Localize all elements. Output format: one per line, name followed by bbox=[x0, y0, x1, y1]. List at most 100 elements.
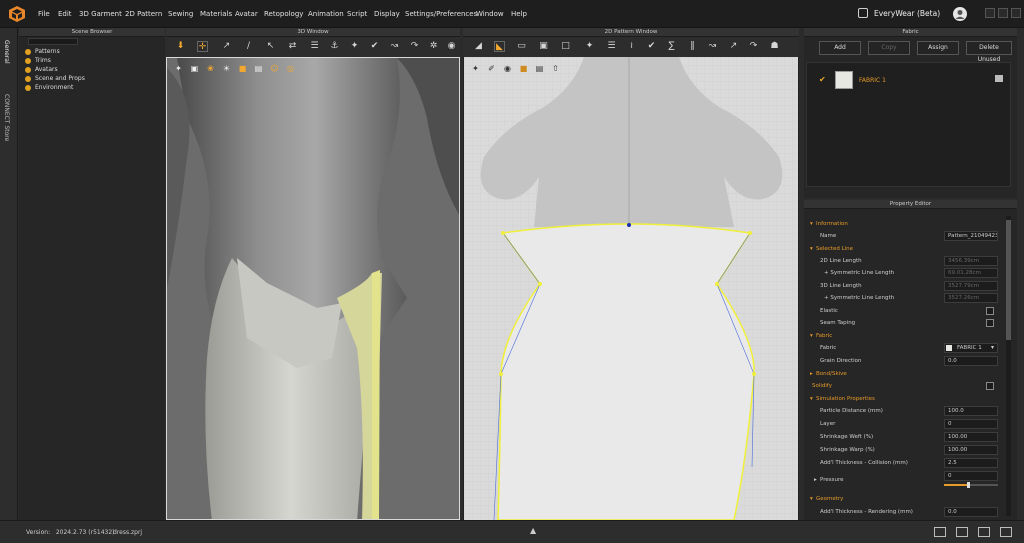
tack-icon[interactable]: ✔ bbox=[646, 41, 657, 52]
tab-connect-store[interactable]: CONNECT Store bbox=[3, 94, 10, 141]
menu-animation[interactable]: Animation bbox=[308, 10, 344, 18]
tree-item-trims[interactable]: Trims bbox=[25, 57, 51, 65]
select-mesh-icon[interactable]: ↗ bbox=[221, 41, 232, 52]
view-pattern-icon[interactable]: ✦ bbox=[470, 63, 481, 74]
layer-field[interactable]: 0 bbox=[944, 419, 998, 429]
stress-map-icon[interactable]: ▣ bbox=[189, 63, 200, 74]
fold-icon[interactable]: ⇄ bbox=[287, 41, 298, 52]
avatar-display-icon[interactable]: ☺ bbox=[269, 63, 280, 74]
fabric-texture-icon[interactable]: ◉ bbox=[502, 63, 513, 74]
download-icon[interactable] bbox=[995, 75, 1003, 82]
layout-2d-icon[interactable] bbox=[1000, 527, 1012, 537]
section-geometry[interactable]: ▾ Geometry bbox=[806, 494, 1002, 506]
texture-icon[interactable]: ❀ bbox=[205, 63, 216, 74]
scene-search-input[interactable] bbox=[28, 38, 78, 45]
seam-taping-checkbox[interactable] bbox=[986, 319, 994, 327]
delete-unused-button[interactable]: Delete Unused bbox=[966, 41, 1012, 63]
fold-2d-icon[interactable]: ∑ bbox=[666, 41, 677, 52]
close-button[interactable] bbox=[1011, 8, 1021, 18]
arrangement-icon[interactable]: ☰ bbox=[309, 41, 320, 52]
grain-field[interactable]: 0.0 bbox=[944, 356, 998, 366]
layout-single-icon[interactable] bbox=[934, 527, 946, 537]
section-bond[interactable]: ▸ Bond/Skive bbox=[806, 369, 1002, 381]
solidify-checkbox[interactable] bbox=[986, 382, 994, 390]
pressure-field[interactable]: 0 bbox=[944, 471, 998, 481]
particle-field[interactable]: 100.0 bbox=[944, 406, 998, 416]
measure-icon[interactable]: ↝ bbox=[389, 41, 400, 52]
select-move-icon[interactable]: ✛ bbox=[197, 41, 208, 52]
expand-up-icon[interactable]: ▲ bbox=[530, 526, 536, 535]
edit-pattern-icon[interactable]: ◣ bbox=[494, 41, 505, 52]
avatar-pose-icon[interactable]: ⚓ bbox=[329, 41, 340, 52]
pressure-slider-handle[interactable] bbox=[967, 482, 970, 488]
collision-field[interactable]: 2.5 bbox=[944, 458, 998, 468]
graphic-icon[interactable]: ↷ bbox=[748, 41, 759, 52]
warp-field[interactable]: 100.00 bbox=[944, 445, 998, 455]
lighting-icon[interactable]: ☀ bbox=[221, 63, 232, 74]
menu-file[interactable]: File bbox=[38, 10, 50, 18]
zipper-icon[interactable]: ↗ bbox=[728, 41, 739, 52]
transform-pattern-icon[interactable]: ◢ bbox=[473, 41, 484, 52]
maximize-button[interactable] bbox=[998, 8, 1008, 18]
tree-item-patterns[interactable]: Patterns bbox=[25, 48, 60, 56]
topstitch-icon[interactable]: ↝ bbox=[707, 41, 718, 52]
tab-general[interactable]: General bbox=[3, 40, 10, 64]
punch-icon[interactable]: ✲ bbox=[428, 41, 439, 52]
2d-pattern-viewport[interactable]: ✦ ✐ ◉ ■ ▤ ⇧ bbox=[464, 57, 798, 520]
tree-item-avatars[interactable]: Avatars bbox=[25, 66, 58, 74]
user-avatar[interactable] bbox=[953, 7, 967, 21]
section-information[interactable]: ▾ Information bbox=[806, 219, 1002, 231]
minimize-button[interactable] bbox=[985, 8, 995, 18]
free-sewing-icon[interactable]: ≀ bbox=[626, 41, 637, 52]
sewing-display-icon[interactable]: ▤ bbox=[534, 63, 545, 74]
menu-sewing[interactable]: Sewing bbox=[168, 10, 193, 18]
transform-icon[interactable]: ↖ bbox=[265, 41, 276, 52]
menu-retopology[interactable]: Retopology bbox=[264, 10, 303, 18]
menu-help[interactable]: Help bbox=[511, 10, 527, 18]
camera-icon[interactable]: ◎ bbox=[285, 63, 296, 74]
export-icon[interactable]: ⇧ bbox=[550, 63, 561, 74]
menu-materials[interactable]: Materials bbox=[200, 10, 232, 18]
button-tool-icon[interactable]: ◉ bbox=[446, 41, 457, 52]
tree-item-scene-props[interactable]: Scene and Props bbox=[25, 75, 85, 83]
tree-item-environment[interactable]: Environment bbox=[25, 84, 73, 92]
pin-icon[interactable]: ⬇ bbox=[175, 41, 186, 52]
segment-sewing-icon[interactable]: ☰ bbox=[606, 41, 617, 52]
elastic-checkbox[interactable] bbox=[986, 307, 994, 315]
weft-field[interactable]: 100.00 bbox=[944, 432, 998, 442]
layout-split-icon[interactable] bbox=[956, 527, 968, 537]
copy-fabric-button[interactable]: Copy bbox=[868, 41, 910, 55]
menu-avatar[interactable]: Avatar bbox=[235, 10, 258, 18]
tape-icon[interactable]: ↷ bbox=[409, 41, 420, 52]
property-editor-scroll-thumb[interactable] bbox=[1006, 220, 1011, 340]
view-mode-icon[interactable]: ✦ bbox=[173, 63, 184, 74]
menu-settings[interactable]: Settings/Preferences bbox=[405, 10, 477, 18]
section-fabric[interactable]: ▾ Fabric bbox=[806, 331, 1002, 343]
layout-3d-icon[interactable] bbox=[978, 527, 990, 537]
3d-viewport[interactable]: ✦ ▣ ❀ ☀ ■ ▤ ☺ ◎ bbox=[166, 57, 460, 520]
name-field[interactable]: Pattern_21049423 bbox=[944, 231, 998, 241]
brush-icon[interactable]: ∕ bbox=[243, 41, 254, 52]
menu-edit[interactable]: Edit bbox=[58, 10, 72, 18]
add-fabric-button[interactable]: Add bbox=[819, 41, 861, 55]
section-selected-line[interactable]: ▾ Selected Line bbox=[806, 244, 1002, 256]
menu-window[interactable]: Window bbox=[476, 10, 504, 18]
assign-fabric-button[interactable]: Assign bbox=[917, 41, 959, 55]
internal-line-icon[interactable]: □ bbox=[560, 41, 571, 52]
rectangle-icon[interactable]: ▣ bbox=[538, 41, 549, 52]
fabric-select[interactable]: FABRIC 1 bbox=[944, 343, 998, 353]
section-simulation[interactable]: ▾ Simulation Properties bbox=[806, 394, 1002, 406]
menu-script[interactable]: Script bbox=[347, 10, 367, 18]
pattern-info-icon[interactable]: ■ bbox=[518, 63, 529, 74]
pattern-display-icon[interactable]: ■ bbox=[237, 63, 248, 74]
shirt-icon[interactable]: ☗ bbox=[769, 41, 780, 52]
trace-icon[interactable]: ✐ bbox=[486, 63, 497, 74]
pleats-icon[interactable]: ‖ bbox=[687, 41, 698, 52]
seam-display-icon[interactable]: ▤ bbox=[253, 63, 264, 74]
menu-display[interactable]: Display bbox=[374, 10, 400, 18]
polygon-icon[interactable]: ▭ bbox=[516, 41, 527, 52]
dart-icon[interactable]: ✦ bbox=[584, 41, 595, 52]
sew-3d-icon[interactable]: ✔ bbox=[369, 41, 380, 52]
menu-3d-garment[interactable]: 3D Garment bbox=[79, 10, 122, 18]
fitting-icon[interactable]: ✦ bbox=[349, 41, 360, 52]
